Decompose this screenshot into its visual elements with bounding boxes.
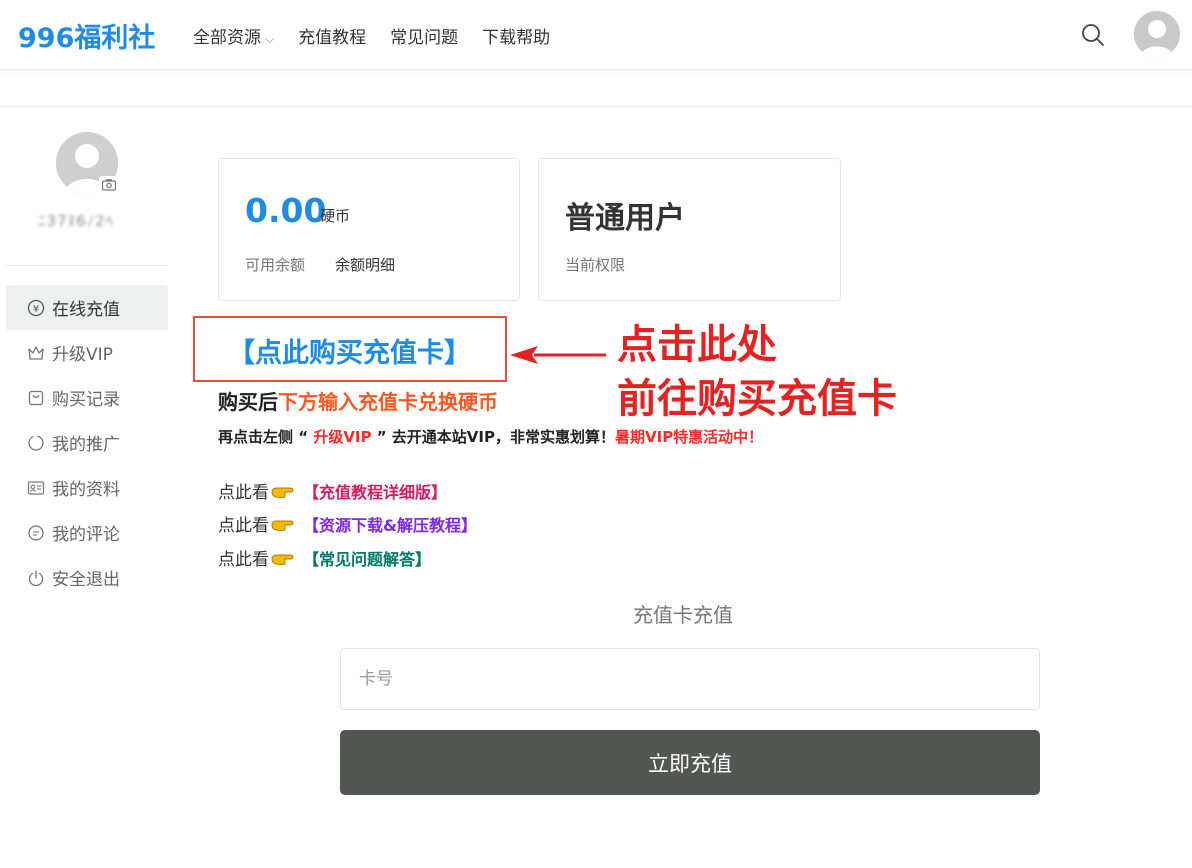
tutorial-link-row: 点此看 【充值教程详细版】 <box>218 478 447 504</box>
sidebar-item-label: 我的评论 <box>52 525 120 545</box>
sidebar-item-logout[interactable]: 安全退出 <box>6 555 168 600</box>
pointing-hand-icon <box>271 554 294 565</box>
comment-icon <box>26 523 46 543</box>
sidebar-item-comments[interactable]: 我的评论 <box>6 510 168 555</box>
after-buy-instruction: 购买后下方输入充值卡兑换硬币 <box>218 390 498 414</box>
download-tutorial-link[interactable]: 【资源下载&解压教程】 <box>303 512 477 536</box>
balance-detail-link[interactable]: 余额明细 <box>335 254 395 275</box>
balance-unit: 硬币 <box>320 207 351 225</box>
faq-link[interactable]: 【常见问题解答】 <box>303 546 431 570</box>
balance-card: 0.00 硬币 可用余额 余额明细 <box>218 158 520 301</box>
sidebar-item-recharge[interactable]: ¥ 在线充值 <box>6 285 168 330</box>
bag-icon <box>26 388 46 408</box>
sidebar-item-label: 我的资料 <box>52 480 120 500</box>
sidebar-item-purchase-history[interactable]: 购买记录 <box>6 375 168 420</box>
role-label: 当前权限 <box>565 256 626 274</box>
default-avatar-icon <box>1134 11 1180 57</box>
tutorial-link-row: 点此看 【常见问题解答】 <box>218 545 431 571</box>
crown-icon <box>26 343 46 363</box>
recharge-submit-button[interactable]: 立即充值 <box>340 730 1040 795</box>
id-card-icon <box>26 478 46 498</box>
balance-amount: 0.00 <box>245 191 327 230</box>
sidebar-item-upgrade-vip[interactable]: 升级VIP <box>6 330 168 375</box>
svg-text:¥: ¥ <box>33 304 39 315</box>
tutorial-link-row: 点此看 【资源下载&解压教程】 <box>218 511 477 537</box>
annotation-callout-line1: 点击此处 <box>617 322 777 368</box>
user-role: 普通用户 <box>565 201 685 236</box>
sidebar-item-promotion[interactable]: 我的推广 <box>6 420 168 465</box>
nav-download-help[interactable]: 下载帮助 <box>482 23 550 48</box>
nav-all-resources[interactable]: 全部资源 ⌵ <box>193 23 274 48</box>
buy-recharge-card-link[interactable]: 【点此购买充值卡】 <box>228 331 471 370</box>
main-nav: 全部资源 ⌵ 充值教程 常见问题 下载帮助 <box>193 23 550 48</box>
sub-header-bar <box>0 71 1192 107</box>
sidebar-item-label: 安全退出 <box>52 570 120 590</box>
nav-faq[interactable]: 常见问题 <box>390 23 458 48</box>
search-icon[interactable] <box>1080 22 1106 48</box>
recharge-form-title: 充值卡充值 <box>633 603 733 627</box>
role-card: 普通用户 当前权限 <box>538 158 841 301</box>
balance-label: 可用余额 <box>245 256 306 274</box>
sidebar-item-label: 升级VIP <box>52 345 113 365</box>
user-avatar[interactable] <box>1134 11 1180 57</box>
nav-recharge-tutorial[interactable]: 充值教程 <box>298 23 366 48</box>
username: ﾆ37ﾇ6ﾉ2ﾍ <box>38 212 115 230</box>
arrow-left-icon <box>510 346 606 364</box>
annotation-callout-line2: 前往购买充值卡 <box>617 376 897 422</box>
sidebar-item-label: 购买记录 <box>52 390 120 410</box>
camera-icon[interactable] <box>99 176 119 194</box>
sidebar-divider <box>6 265 168 266</box>
power-icon <box>26 568 46 588</box>
yen-icon: ¥ <box>26 298 46 318</box>
top-header: 996福利社 全部资源 ⌵ 充值教程 常见问题 下载帮助 <box>0 0 1192 70</box>
sidebar-item-label: 在线充值 <box>52 300 120 320</box>
chevron-down-icon: ⌵ <box>265 32 275 46</box>
pointing-hand-icon <box>271 520 294 531</box>
site-logo[interactable]: 996福利社 <box>18 16 155 55</box>
vip-instruction: 再点击左侧 “ 升级VIP ” 去开通本站VIP，非常实惠划算！暑期VIP特惠活… <box>218 428 764 446</box>
card-number-input[interactable] <box>340 648 1040 710</box>
pointing-hand-icon <box>271 487 294 498</box>
sidebar-item-profile[interactable]: 我的资料 <box>6 465 168 510</box>
share-icon <box>26 433 46 453</box>
sidebar-menu: ¥ 在线充值 升级VIP 购买记录 我的推广 我的资料 我的评论 安全退出 <box>6 285 168 600</box>
recharge-tutorial-link[interactable]: 【充值教程详细版】 <box>303 479 447 503</box>
sidebar-item-label: 我的推广 <box>52 435 120 455</box>
